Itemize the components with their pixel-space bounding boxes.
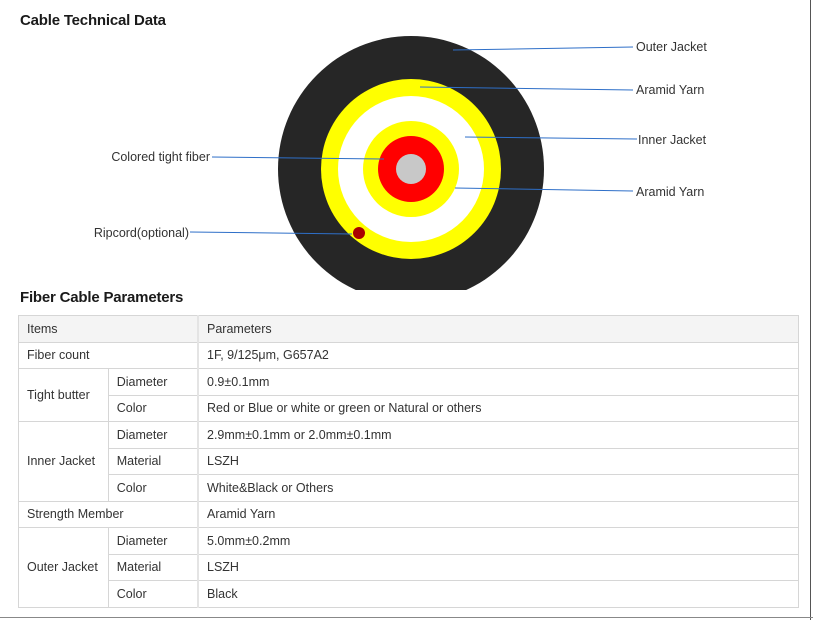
row-label-outer-jacket: Outer Jacket (18, 527, 109, 608)
cable-cross-section-diagram: Outer Jacket Aramid Yarn Inner Jacket Ar… (94, 36, 707, 290)
table-header-row: Items Parameters (18, 315, 799, 343)
table-row: Fiber count 1F, 9/125μm, G657A2 (18, 341, 799, 369)
value-tight-butter-diameter: 0.9±0.1mm (197, 368, 799, 396)
table-row: Material LSZH (19, 553, 799, 581)
value-outer-jacket-diameter: 5.0mm±0.2mm (197, 527, 799, 555)
value-fiber-count: 1F, 9/125μm, G657A2 (197, 341, 799, 369)
header-items: Items (18, 315, 199, 343)
value-inner-jacket-material: LSZH (197, 447, 799, 475)
value-outer-jacket-color: Black (197, 580, 799, 608)
value-outer-jacket-material: LSZH (197, 553, 799, 581)
sub-label-color: Color (107, 474, 199, 502)
value-inner-jacket-color: White&Black or Others (197, 474, 799, 502)
sub-label-diameter: Diameter (107, 368, 199, 396)
parameters-table: Items Parameters Fiber count 1F, 9/125μm… (18, 315, 799, 608)
value-strength-member: Aramid Yarn (197, 500, 799, 528)
sub-label-material: Material (107, 553, 199, 581)
row-label-inner-jacket: Inner Jacket (18, 421, 109, 502)
fiber-core (396, 154, 426, 184)
table-row: Outer Jacket Diameter 5.0mm±0.2mm (18, 527, 799, 608)
table-row: Tight butter Diameter 0.9±0.1mm (18, 368, 799, 422)
row-label-fiber-count: Fiber count (18, 341, 199, 369)
label-inner-jacket: Inner Jacket (638, 133, 707, 147)
row-label-tight-butter: Tight butter (18, 368, 109, 422)
table-row: Color Red or Blue or white or green or N… (19, 394, 799, 422)
fiber-cable-parameters-title: Fiber Cable Parameters (20, 289, 184, 306)
sub-label-material: Material (107, 447, 199, 475)
table-row: Inner Jacket Diameter 2.9mm±0.1mm or 2.0… (18, 421, 799, 502)
sub-label-color: Color (107, 580, 199, 608)
header-parameters: Parameters (197, 315, 799, 343)
label-aramid-yarn-outer: Aramid Yarn (636, 83, 704, 97)
frame-border-bottom (0, 617, 813, 618)
sub-label-diameter: Diameter (107, 527, 199, 555)
label-colored-tight-fiber: Colored tight fiber (111, 150, 210, 164)
value-tight-butter-color: Red or Blue or white or green or Natural… (197, 394, 799, 422)
label-outer-jacket: Outer Jacket (636, 40, 707, 54)
sub-label-diameter: Diameter (107, 421, 199, 449)
row-label-strength-member: Strength Member (18, 500, 199, 528)
table-row: Material LSZH (19, 447, 799, 475)
table-row: Color White&Black or Others (19, 474, 799, 502)
leader-line-outer-jacket (452, 46, 634, 51)
table-row: Strength Member Aramid Yarn (18, 500, 799, 528)
table-row: Color Black (19, 580, 799, 608)
sub-label-color: Color (107, 394, 199, 422)
label-aramid-yarn-inner: Aramid Yarn (636, 185, 704, 199)
label-ripcord: Ripcord(optional) (94, 226, 189, 240)
ripcord-dot (353, 227, 365, 239)
value-inner-jacket-diameter: 2.9mm±0.1mm or 2.0mm±0.1mm (197, 421, 799, 449)
